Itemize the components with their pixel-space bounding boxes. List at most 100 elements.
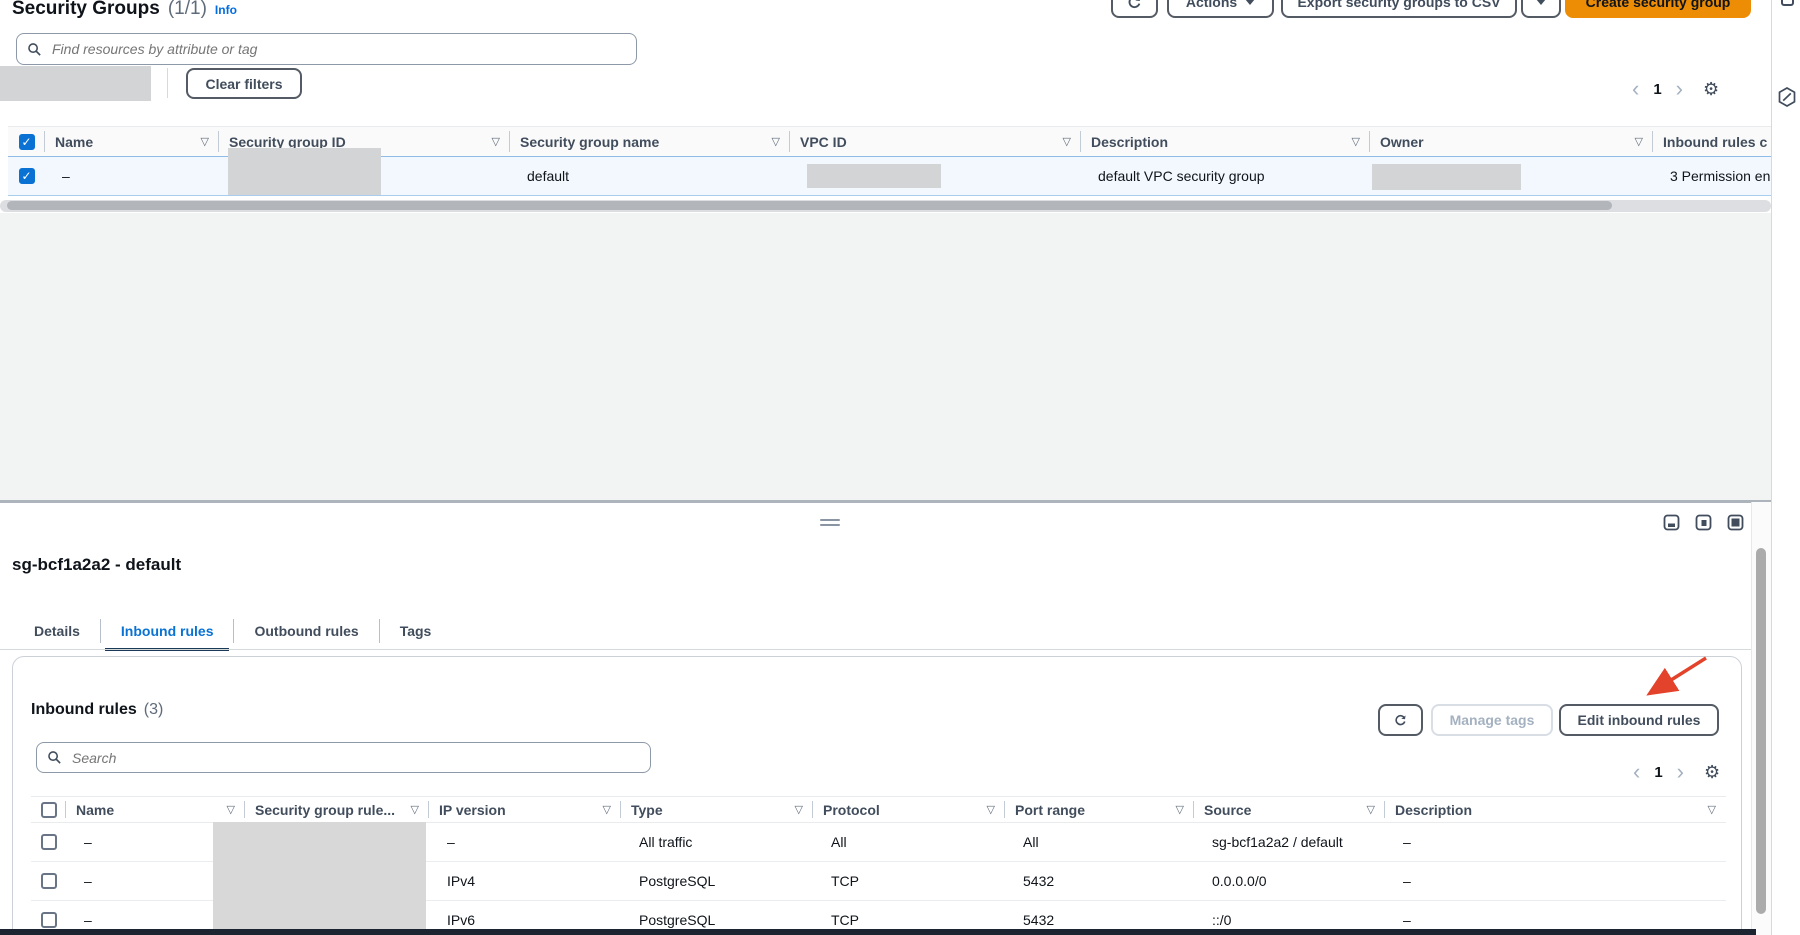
column-header[interactable]: Source ▽ xyxy=(1194,797,1385,822)
column-label: Owner xyxy=(1380,134,1424,150)
cell: sg-bcf1a2a2 / default xyxy=(1194,823,1385,861)
filter-icon[interactable]: ▽ xyxy=(795,803,803,816)
actions-button[interactable]: Actions xyxy=(1167,0,1274,18)
panel-full-icon[interactable] xyxy=(1727,514,1744,531)
column-label: Source xyxy=(1204,802,1251,818)
horizontal-scrollbar-thumb[interactable] xyxy=(7,201,1612,210)
checkbox[interactable] xyxy=(41,912,57,928)
edit-inbound-rules-button[interactable]: Edit inbound rules xyxy=(1559,704,1719,736)
vertical-scrollbar[interactable] xyxy=(1751,502,1772,935)
prev-page-icon[interactable]: ‹ xyxy=(1632,78,1639,100)
column-header[interactable]: Description▽ xyxy=(1081,127,1370,156)
column-label: Name xyxy=(55,134,93,150)
column-header[interactable]: Type ▽ xyxy=(621,797,813,822)
next-page-icon[interactable]: › xyxy=(1677,761,1684,783)
resource-search-input[interactable] xyxy=(50,40,626,58)
checkbox[interactable] xyxy=(41,802,57,818)
split-panel-divider[interactable] xyxy=(0,500,1771,503)
filter-icon[interactable]: ▽ xyxy=(1635,135,1643,148)
column-label: Type xyxy=(631,802,663,818)
export-options-button[interactable] xyxy=(1521,0,1561,18)
checkbox[interactable] xyxy=(41,873,57,889)
refresh-icon xyxy=(1394,712,1407,729)
filter-icon[interactable]: ▽ xyxy=(1708,803,1716,816)
filter-icon[interactable]: ▽ xyxy=(1367,803,1375,816)
main-content: Security Groups (1/1) Info Actions Expor… xyxy=(0,0,1771,935)
divider xyxy=(167,68,168,98)
filter-icon[interactable]: ▽ xyxy=(227,803,235,816)
resource-search[interactable] xyxy=(16,33,637,65)
filter-icon[interactable]: ▽ xyxy=(987,803,995,816)
column-header[interactable]: Description ▽ xyxy=(1385,797,1726,822)
search-icon xyxy=(47,750,62,765)
tab-tags[interactable]: Tags xyxy=(380,612,452,650)
manage-tags-label: Manage tags xyxy=(1450,712,1535,728)
panel-side-icon[interactable] xyxy=(1695,514,1712,531)
checkbox[interactable]: ✓ xyxy=(19,134,35,150)
column-label: VPC ID xyxy=(800,134,847,150)
filter-icon[interactable]: ▽ xyxy=(492,135,500,148)
column-label: Description xyxy=(1395,802,1472,818)
tab-outbound-rules[interactable]: Outbound rules xyxy=(234,612,378,650)
column-header[interactable]: Security group rule...▽ xyxy=(245,797,429,822)
filter-icon[interactable]: ▽ xyxy=(1063,135,1071,148)
column-header[interactable]: VPC ID ▽ xyxy=(790,127,1081,156)
column-header[interactable]: Owner ▽ xyxy=(1370,127,1653,156)
info-link[interactable]: Info xyxy=(215,3,237,17)
checkbox[interactable]: ✓ xyxy=(19,168,35,184)
column-header[interactable]: Security group name ▽ xyxy=(510,127,790,156)
panel-layout-controls xyxy=(1663,514,1744,531)
table-settings-gear-icon[interactable]: ⚙ xyxy=(1703,79,1719,100)
column-label: Security group name xyxy=(520,134,659,150)
filter-icon[interactable]: ▽ xyxy=(603,803,611,816)
inbound-rules-heading: Inbound rules (3) xyxy=(31,701,163,719)
notifications-icon[interactable] xyxy=(1781,0,1794,6)
next-page-icon[interactable]: › xyxy=(1676,78,1683,100)
column-label: IP version xyxy=(439,802,506,818)
checkbox-cell: ✓ xyxy=(8,157,45,195)
export-csv-button[interactable]: Export security groups to CSV xyxy=(1281,0,1517,18)
cell: All xyxy=(1005,823,1194,861)
redacted-vpc-id xyxy=(807,164,941,188)
filter-icon[interactable]: ▽ xyxy=(201,135,209,148)
manage-tags-button[interactable]: Manage tags xyxy=(1431,704,1553,736)
detail-tabs: Details Inbound rules Outbound rules Tag… xyxy=(14,612,451,650)
hexagon-tool-icon[interactable] xyxy=(1777,86,1797,108)
rules-refresh-button[interactable] xyxy=(1378,704,1423,736)
checkbox[interactable] xyxy=(41,834,57,850)
page-number: 1 xyxy=(1653,81,1661,98)
rules-search-input[interactable] xyxy=(70,749,640,767)
column-header[interactable]: Protocol▽ xyxy=(813,797,1005,822)
panel-bottom-icon[interactable] xyxy=(1663,514,1680,531)
column-header[interactable]: Port range▽ xyxy=(1005,797,1194,822)
empty-background xyxy=(0,213,1771,501)
create-security-group-button[interactable]: Create security group xyxy=(1565,0,1751,18)
column-header[interactable]: Name▽ xyxy=(66,797,245,822)
tab-details[interactable]: Details xyxy=(14,612,100,650)
checkbox-cell: ✓ xyxy=(8,127,45,156)
cell: IPv4 xyxy=(429,862,621,900)
selected-group-title: sg-bcf1a2a2 - default xyxy=(12,555,181,575)
refresh-button[interactable] xyxy=(1111,0,1158,18)
prev-page-icon[interactable]: ‹ xyxy=(1633,761,1640,783)
vertical-scrollbar-thumb[interactable] xyxy=(1756,548,1766,914)
column-header[interactable]: IP version ▽ xyxy=(429,797,621,822)
tab-inbound-rules[interactable]: Inbound rules xyxy=(101,612,234,650)
table-settings-gear-icon[interactable]: ⚙ xyxy=(1704,762,1720,783)
rules-search[interactable] xyxy=(36,742,651,773)
horizontal-scrollbar[interactable] xyxy=(0,200,1771,212)
clear-filters-button[interactable]: Clear filters xyxy=(186,68,302,99)
cell: – xyxy=(429,823,621,861)
split-panel-drag-handle[interactable] xyxy=(820,519,840,529)
column-header[interactable]: Inbound rules c▽ xyxy=(1653,127,1771,156)
cell: All xyxy=(813,823,1005,861)
table-header-row: Name▽Security group rule...▽IP version▽T… xyxy=(31,796,1726,823)
filter-icon[interactable]: ▽ xyxy=(1352,135,1360,148)
filter-icon[interactable]: ▽ xyxy=(772,135,780,148)
column-header[interactable]: Name ▽ xyxy=(45,127,219,156)
filter-icon[interactable]: ▽ xyxy=(411,803,419,816)
right-side-panel-strip xyxy=(1771,0,1800,935)
cell: All traffic xyxy=(621,823,813,861)
filter-icon[interactable]: ▽ xyxy=(1176,803,1184,816)
search-icon xyxy=(27,42,42,57)
